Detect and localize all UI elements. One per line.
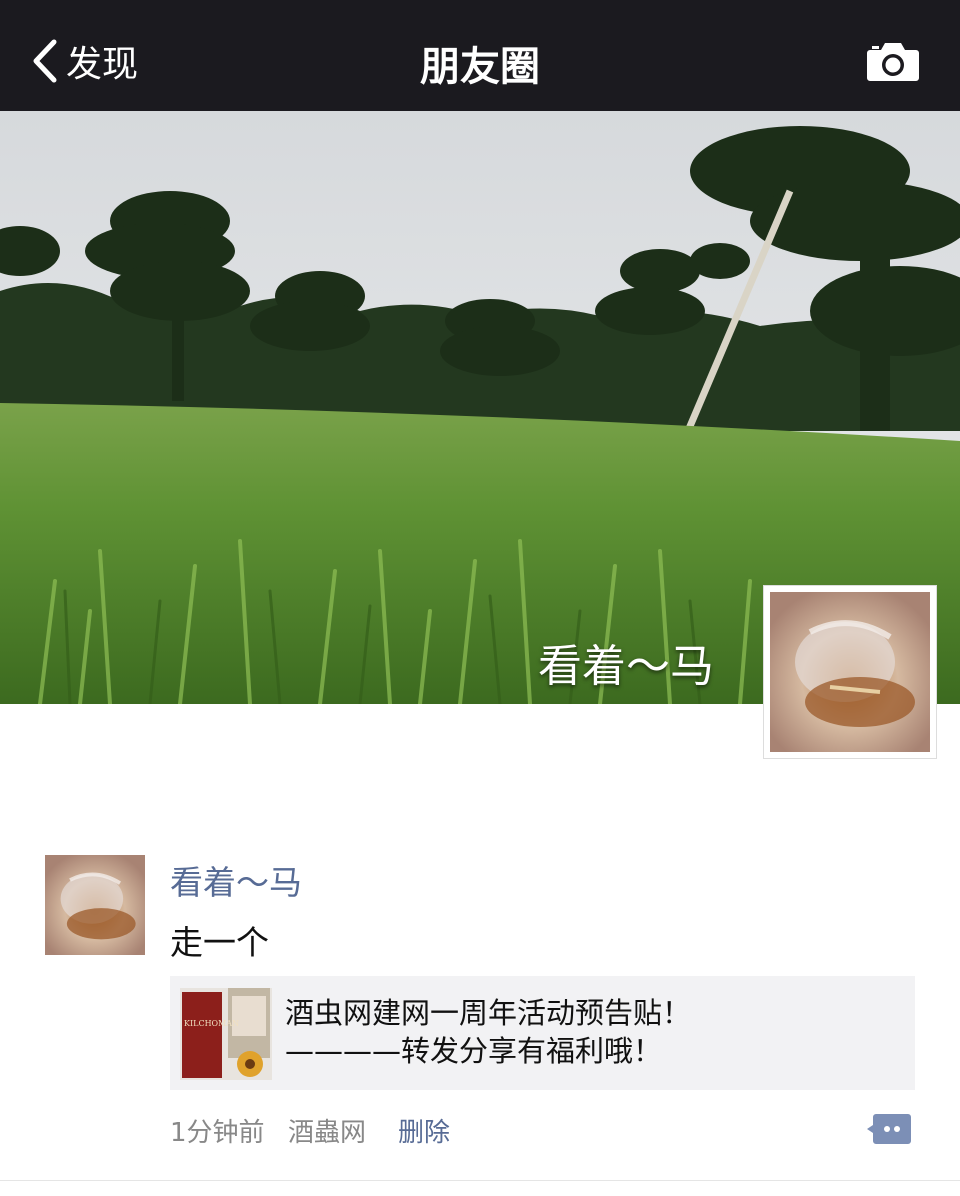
post-username[interactable]: 看着～马: [170, 856, 302, 904]
shared-link-thumbnail: KILCHOMAN: [180, 988, 272, 1080]
page-title: 朋友圈: [420, 44, 540, 90]
post-avatar[interactable]: [45, 855, 145, 955]
post-text: 走一个: [170, 923, 269, 962]
camera-icon[interactable]: [866, 40, 920, 82]
avatar-image: [45, 855, 145, 955]
shared-link-line-2: ————转发分享有福利哦！: [285, 1034, 663, 1068]
profile-avatar[interactable]: [763, 585, 937, 759]
comment-icon[interactable]: [866, 1112, 912, 1146]
shared-link-title: 酒虫网建网一周年活动预告贴！ ————转发分享有福利哦！: [285, 994, 691, 1070]
top-nav-bar: 发现 朋友圈: [0, 0, 960, 111]
avatar-image: [770, 592, 930, 752]
cover-username: 看着～马: [538, 641, 714, 692]
post-source: 酒蟲网: [288, 1118, 367, 1148]
divider: [0, 1180, 960, 1181]
shared-link-line-1: 酒虫网建网一周年活动预告贴！: [285, 996, 692, 1030]
post-timestamp: 1分钟前: [170, 1118, 265, 1148]
shared-link-card[interactable]: KILCHOMAN 酒虫网建网一周年活动预告贴！ ————转发分享有福利哦！: [170, 976, 915, 1090]
thumb-brand-label: KILCHOMAN: [184, 1019, 239, 1028]
delete-button[interactable]: 删除: [398, 1112, 450, 1149]
